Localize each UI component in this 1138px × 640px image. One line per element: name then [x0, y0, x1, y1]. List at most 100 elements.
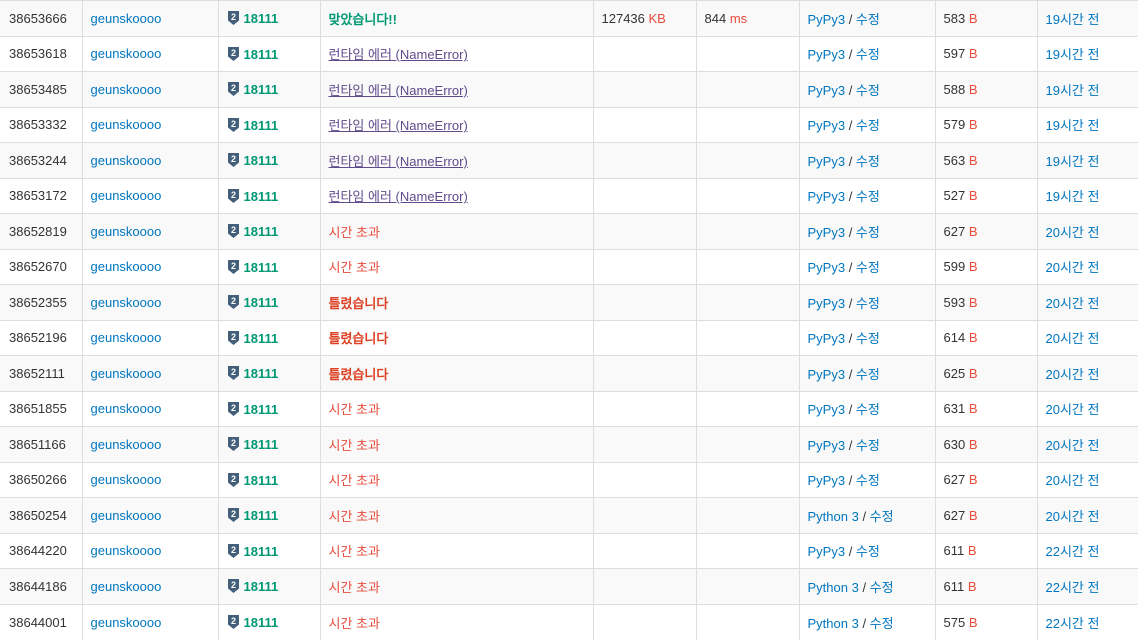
svg-text:2: 2: [230, 119, 235, 129]
edit-link[interactable]: 수정: [856, 83, 880, 98]
result-text[interactable]: 런타임 에러 (NameError): [329, 154, 468, 169]
edit-link[interactable]: 수정: [870, 580, 894, 595]
result-text[interactable]: 런타임 에러 (NameError): [329, 47, 468, 62]
edit-link[interactable]: 수정: [856, 260, 880, 275]
language-link[interactable]: PyPy3: [808, 118, 846, 133]
user-link[interactable]: geunskoooo: [91, 188, 162, 203]
user-link[interactable]: geunskoooo: [91, 82, 162, 97]
user-link[interactable]: geunskoooo: [91, 615, 162, 630]
result-text[interactable]: 런타임 에러 (NameError): [329, 189, 468, 204]
problem-link[interactable]: 18111: [244, 473, 279, 488]
problem-link[interactable]: 18111: [244, 189, 279, 204]
submitted-time-link[interactable]: 19시간 전: [1046, 47, 1100, 62]
edit-link[interactable]: 수정: [870, 616, 894, 631]
problem-link[interactable]: 18111: [244, 579, 279, 594]
language-link[interactable]: PyPy3: [808, 296, 846, 311]
edit-link[interactable]: 수정: [856, 154, 880, 169]
edit-link[interactable]: 수정: [856, 189, 880, 204]
submitted-time-link[interactable]: 20시간 전: [1046, 438, 1100, 453]
submitted-time-link[interactable]: 19시간 전: [1046, 154, 1100, 169]
problem-link[interactable]: 18111: [244, 118, 279, 133]
user-link[interactable]: geunskoooo: [91, 224, 162, 239]
language-link[interactable]: PyPy3: [808, 154, 846, 169]
problem-link[interactable]: 18111: [244, 437, 279, 452]
user-link[interactable]: geunskoooo: [91, 330, 162, 345]
edit-link[interactable]: 수정: [856, 438, 880, 453]
edit-link[interactable]: 수정: [856, 12, 880, 27]
language-link[interactable]: PyPy3: [808, 402, 846, 417]
submitted-time-link[interactable]: 19시간 전: [1046, 12, 1100, 27]
user-link[interactable]: geunskoooo: [91, 295, 162, 310]
user-link[interactable]: geunskoooo: [91, 117, 162, 132]
user-link[interactable]: geunskoooo: [91, 259, 162, 274]
language-link[interactable]: Python 3: [808, 616, 859, 631]
submitted-time-link[interactable]: 22시간 전: [1046, 616, 1100, 631]
submitted-time-link[interactable]: 20시간 전: [1046, 402, 1100, 417]
edit-link[interactable]: 수정: [856, 225, 880, 240]
table-row: 38652670 geunskoooo 2 18111 시간 초과 PyPy3 / 수정 5…: [0, 248, 1138, 285]
submitted-time-link[interactable]: 19시간 전: [1046, 118, 1100, 133]
user-link[interactable]: geunskoooo: [91, 401, 162, 416]
user-link[interactable]: geunskoooo: [91, 437, 162, 452]
edit-link[interactable]: 수정: [856, 47, 880, 62]
problem-link[interactable]: 18111: [244, 11, 279, 26]
time-cell: [695, 106, 799, 143]
edit-link[interactable]: 수정: [856, 473, 880, 488]
problem-cell: 2 18111: [217, 284, 320, 320]
submitted-time-link[interactable]: 20시간 전: [1046, 367, 1100, 382]
language-link[interactable]: PyPy3: [808, 367, 846, 382]
problem-link[interactable]: 18111: [244, 402, 279, 417]
language-link[interactable]: PyPy3: [808, 12, 846, 27]
problem-link[interactable]: 18111: [244, 331, 279, 346]
submitted-time-link[interactable]: 19시간 전: [1046, 189, 1100, 204]
language-link[interactable]: PyPy3: [808, 47, 846, 62]
edit-link[interactable]: 수정: [856, 367, 880, 382]
user-link[interactable]: geunskoooo: [91, 472, 162, 487]
problem-link[interactable]: 18111: [244, 82, 279, 97]
user-link[interactable]: geunskoooo: [91, 366, 162, 381]
language-link[interactable]: PyPy3: [808, 83, 846, 98]
submitted-time-link[interactable]: 20시간 전: [1046, 331, 1100, 346]
problem-link[interactable]: 18111: [244, 366, 279, 381]
edit-link[interactable]: 수정: [856, 296, 880, 311]
problem-link[interactable]: 18111: [244, 615, 279, 630]
language-link[interactable]: Python 3: [808, 580, 859, 595]
result-text[interactable]: 런타임 에러 (NameError): [329, 83, 468, 98]
edit-link[interactable]: 수정: [870, 509, 894, 524]
language-link[interactable]: PyPy3: [808, 544, 846, 559]
language-link[interactable]: PyPy3: [808, 260, 846, 275]
problem-link[interactable]: 18111: [244, 47, 279, 62]
user-link[interactable]: geunskoooo: [91, 153, 162, 168]
edit-link[interactable]: 수정: [856, 402, 880, 417]
problem-link[interactable]: 18111: [244, 544, 279, 559]
problem-link[interactable]: 18111: [244, 508, 279, 523]
language-link[interactable]: PyPy3: [808, 438, 846, 453]
user-link[interactable]: geunskoooo: [91, 543, 162, 558]
language-link[interactable]: PyPy3: [808, 473, 846, 488]
submitted-time-link[interactable]: 20시간 전: [1046, 260, 1100, 275]
submitted-time-link[interactable]: 22시간 전: [1046, 580, 1100, 595]
result-text[interactable]: 런타임 에러 (NameError): [329, 118, 468, 133]
language-link[interactable]: PyPy3: [808, 331, 846, 346]
language-link[interactable]: PyPy3: [808, 189, 846, 204]
submitted-time-link[interactable]: 19시간 전: [1046, 83, 1100, 98]
user-link[interactable]: geunskoooo: [91, 11, 162, 26]
problem-cell: 2 18111: [217, 355, 320, 391]
submitted-time-link[interactable]: 20시간 전: [1046, 296, 1100, 311]
language-link[interactable]: PyPy3: [808, 225, 846, 240]
edit-link[interactable]: 수정: [856, 118, 880, 133]
problem-link[interactable]: 18111: [244, 295, 279, 310]
submitted-time-link[interactable]: 22시간 전: [1046, 544, 1100, 559]
submitted-time-link[interactable]: 20시간 전: [1046, 509, 1100, 524]
submitted-time-link[interactable]: 20시간 전: [1046, 473, 1100, 488]
submitted-time-link[interactable]: 20시간 전: [1046, 225, 1100, 240]
edit-link[interactable]: 수정: [856, 331, 880, 346]
edit-link[interactable]: 수정: [856, 544, 880, 559]
user-link[interactable]: geunskoooo: [91, 579, 162, 594]
problem-link[interactable]: 18111: [244, 260, 279, 275]
problem-link[interactable]: 18111: [244, 224, 279, 239]
language-link[interactable]: Python 3: [808, 509, 859, 524]
user-link[interactable]: geunskoooo: [91, 46, 162, 61]
problem-link[interactable]: 18111: [244, 153, 279, 168]
user-link[interactable]: geunskoooo: [91, 508, 162, 523]
